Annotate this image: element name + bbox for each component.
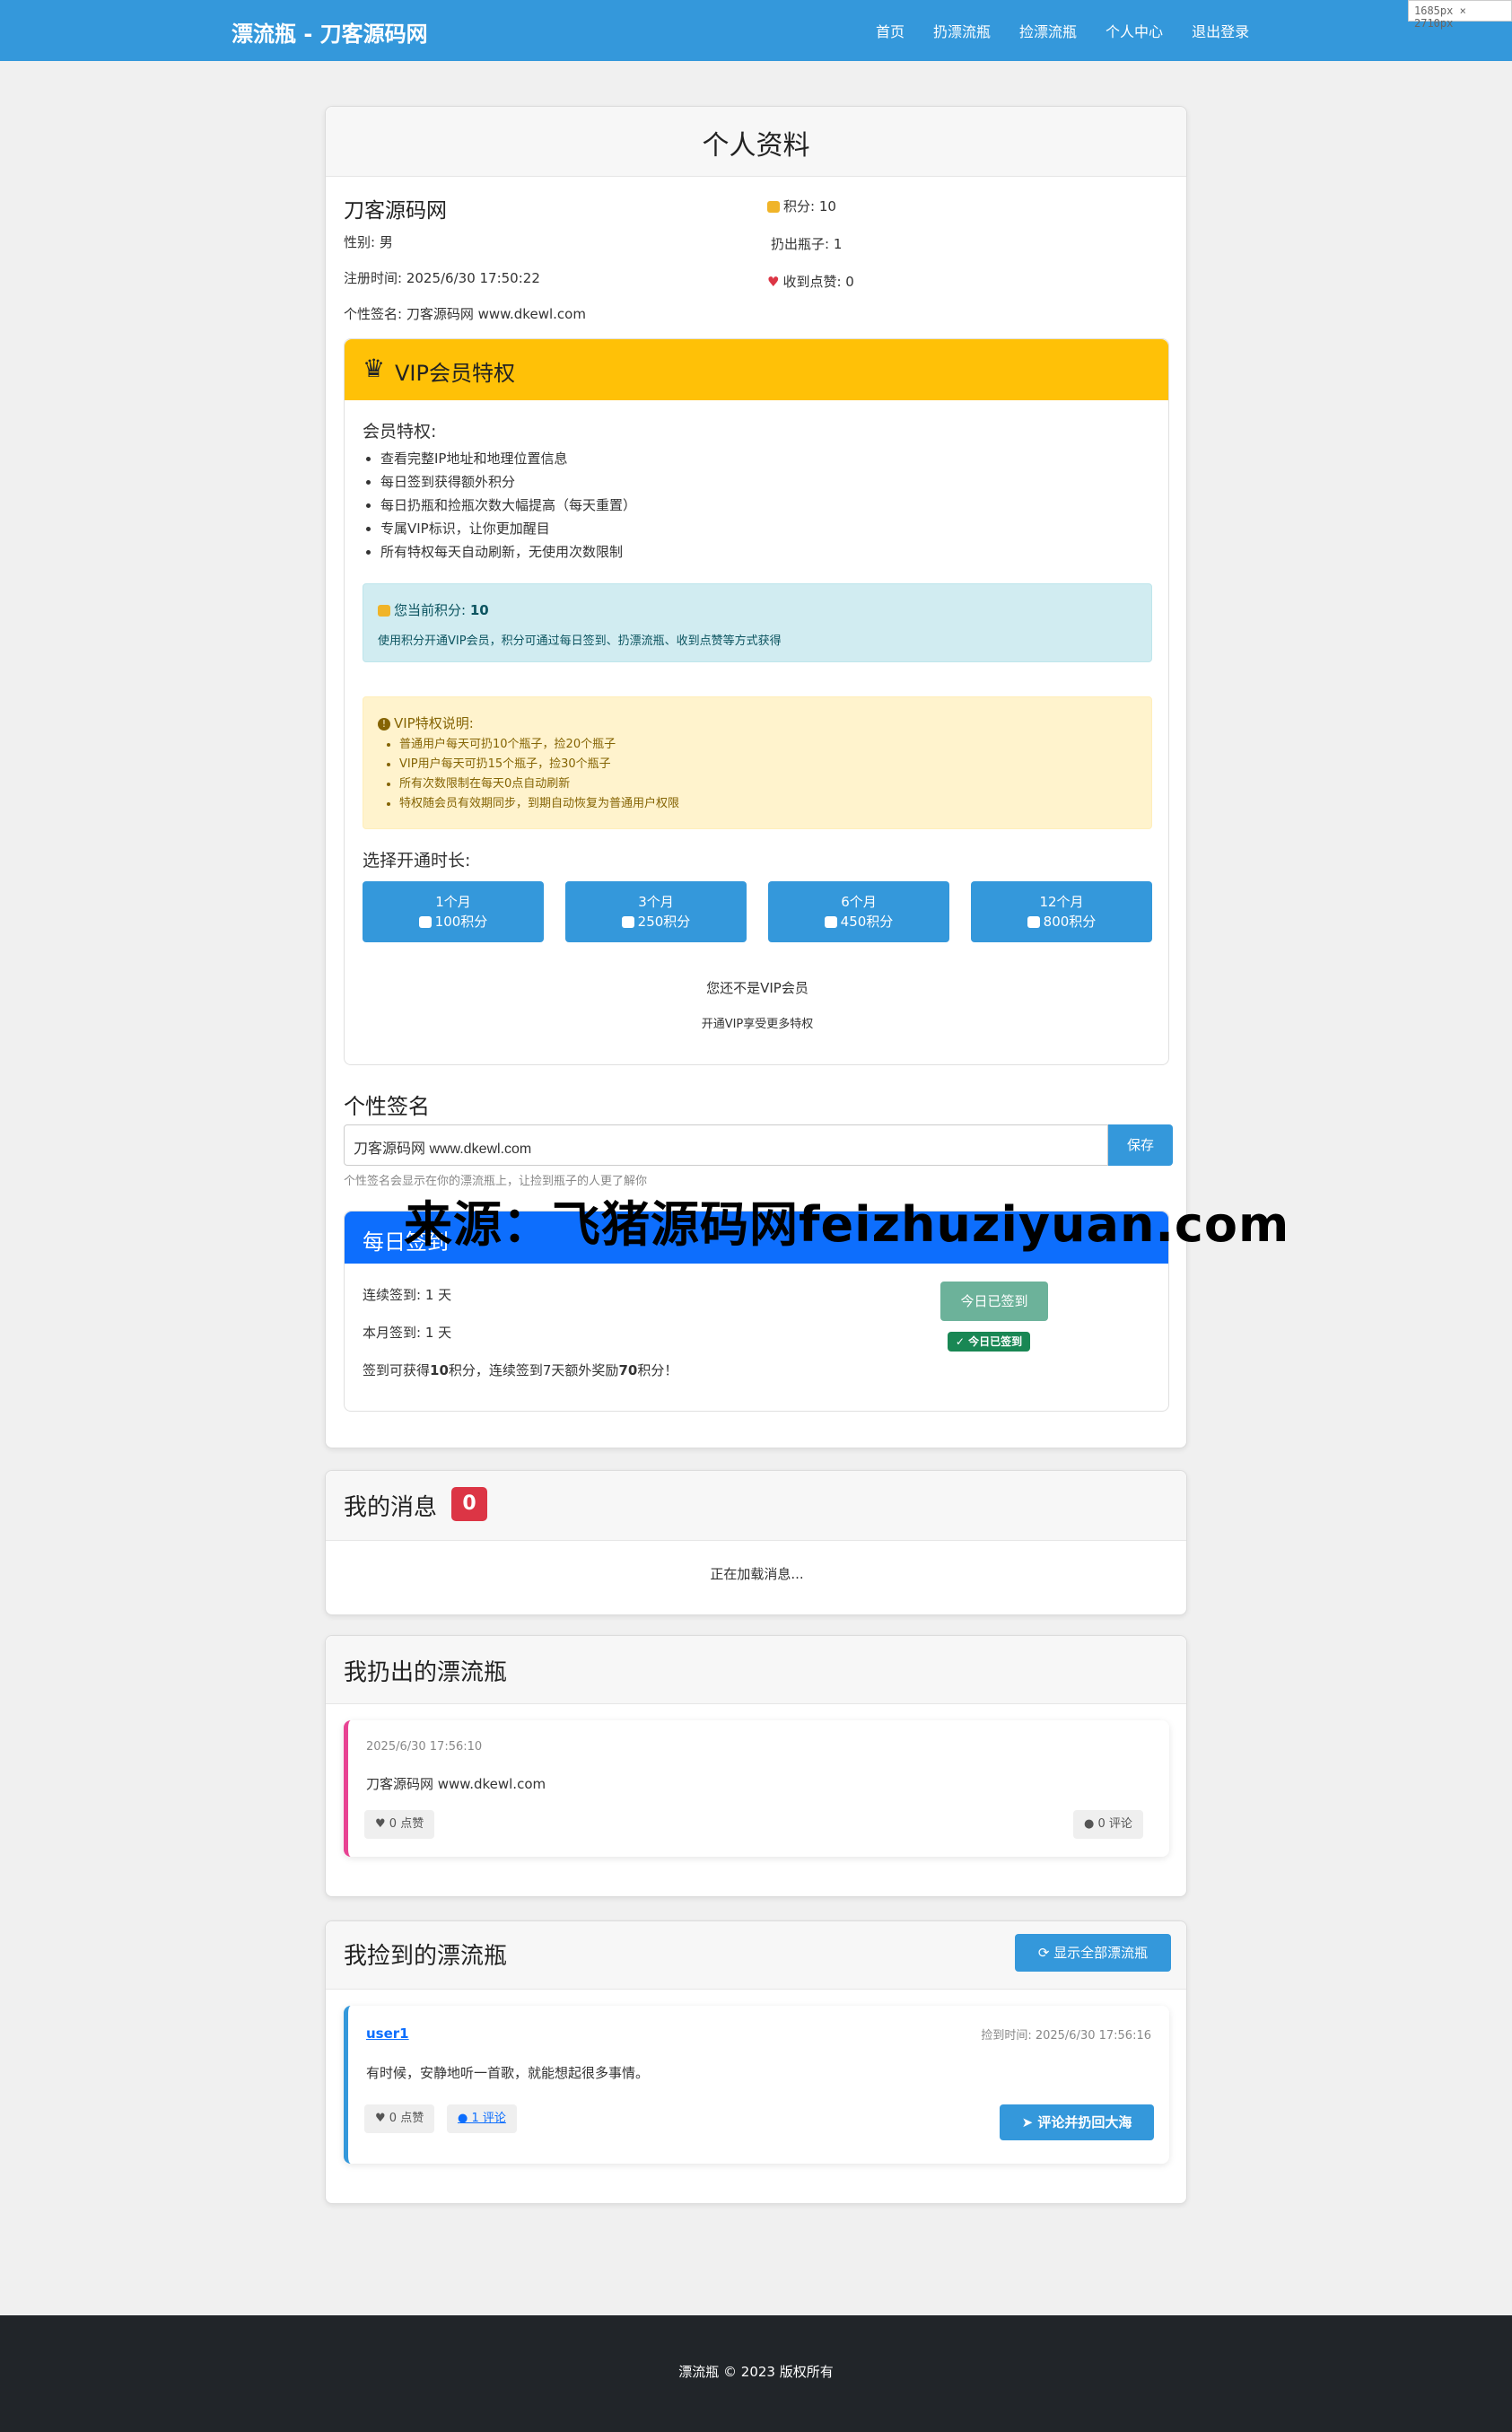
signature-heading: 个性签名: [344, 1094, 430, 1119]
note-item: 所有次数限制在每天0点自动刷新: [399, 774, 679, 794]
coins-icon: [621, 916, 634, 928]
thrown-bottles-header: 我扔出的漂流瓶: [326, 1636, 1186, 1704]
benefit-item: 专属VIP标识，让你更加醒目: [380, 517, 636, 540]
coins-icon: [418, 916, 432, 928]
gender: 性别: 男: [344, 234, 393, 250]
nav-logout[interactable]: 退出登录: [1192, 20, 1249, 41]
checkin-month: 本月签到: 1 天: [363, 1325, 452, 1341]
vip-notes-alert: !VIP特权说明: 普通用户每天可扔10个瓶子，捡20个瓶子 VIP用户每天可扔…: [363, 696, 1152, 829]
footer-text: 漂流瓶 © 2023 版权所有: [678, 2364, 834, 2380]
benefit-item: 所有特权每天自动刷新，无使用次数限制: [380, 540, 636, 564]
coins-icon: [767, 201, 780, 213]
comment-and-throw-button[interactable]: ➤ 评论并扔回大海: [1000, 2104, 1154, 2140]
benefit-item: 每日签到获得额外积分: [380, 470, 636, 494]
signature-input[interactable]: 刀客源码网 www.dkewl.com: [344, 1124, 1108, 1166]
save-button[interactable]: 保存: [1108, 1124, 1173, 1166]
size-badge: 1685px × 2710px: [1408, 0, 1512, 30]
bottle-user-link[interactable]: user1: [366, 2025, 409, 2042]
points-note: 使用积分开通VIP会员，积分可通过每日签到、扔漂流瓶、收到点赞等方式获得: [378, 634, 782, 648]
profile-title: 个人资料: [702, 130, 810, 162]
watermark-text: 来源：飞猪源码网feizhuziyuan.com: [404, 1196, 1290, 1253]
bottle-time: 2025/6/30 17:56:10: [366, 1740, 483, 1754]
comment-button[interactable]: ● 0 评论: [1073, 1810, 1143, 1839]
points-stat: 积分: 10: [767, 197, 836, 215]
messages-header: 我的消息 0: [326, 1471, 1186, 1541]
plan-1-month-button[interactable]: 1个月 100积分: [363, 881, 544, 942]
info-icon: !: [378, 717, 390, 730]
note-item: VIP用户每天可扔15个瓶子，捡30个瓶子: [399, 755, 679, 774]
signature-line: 个性签名: 刀客源码网 www.dkewl.com: [344, 306, 586, 322]
nav-home[interactable]: 首页: [876, 20, 905, 41]
thrown-bottles-card: 我扔出的漂流瓶 2025/6/30 17:56:10 刀客源码网 www.dke…: [325, 1635, 1187, 1897]
picked-time: 捡到时间: 2025/6/30 17:56:16: [981, 2029, 1151, 2043]
thrown-bottles-title: 我扔出的漂流瓶: [344, 1659, 508, 1686]
plan-12-month-button[interactable]: 12个月 800积分: [971, 881, 1152, 942]
nav-pick-bottle[interactable]: 捡漂流瓶: [1019, 20, 1077, 41]
benefits-title: 会员特权:: [363, 422, 437, 442]
like-button[interactable]: ♥ 0 点赞: [364, 2104, 435, 2133]
current-points: 您当前积分: 10: [378, 600, 489, 619]
crown-icon: ♛: [363, 354, 386, 383]
note-item: 普通用户每天可扔10个瓶子，捡20个瓶子: [399, 735, 679, 755]
vip-status-hint: 开通VIP享受更多特权: [701, 1018, 814, 1031]
refresh-icon: ⟳: [1037, 1945, 1054, 1961]
send-icon: ➤: [1021, 2114, 1038, 2130]
register-time: 注册时间: 2025/6/30 17:50:22: [344, 270, 540, 286]
comment-icon: ●: [458, 2112, 472, 2125]
vip-panel: ♛ VIP会员特权 会员特权: 查看完整IP地址和地理位置信息 每日签到获得额外…: [344, 338, 1169, 1065]
heart-icon: ♥: [767, 274, 780, 290]
messages-card: 我的消息 0 正在加载消息...: [325, 1470, 1187, 1615]
message-count-badge: 0: [451, 1487, 487, 1521]
nav-throw-bottle[interactable]: 扔漂流瓶: [933, 20, 991, 41]
show-all-bottles-button[interactable]: ⟳ 显示全部漂流瓶: [1015, 1934, 1171, 1972]
plan-6-month-button[interactable]: 6个月 450积分: [768, 881, 949, 942]
bottle-content: 有时候，安静地听一首歌，就能想起很多事情。: [366, 2065, 650, 2081]
messages-title: 我的消息: [344, 1494, 438, 1521]
thrown-stat: 扔出瓶子: 1: [771, 236, 843, 252]
checkin-reward: 签到可获得10积分，连续签到7天额外奖励70积分！: [363, 1362, 678, 1378]
checkin-badge: ✓ 今日已签到: [948, 1332, 1030, 1352]
note-item: 特权随会员有效期同步，到期自动恢复为普通用户权限: [399, 794, 679, 814]
picked-bottles-title: 我捡到的漂流瓶: [344, 1943, 508, 1970]
bottle-content: 刀客源码网 www.dkewl.com: [366, 1776, 546, 1792]
vip-notes-title: ! VIP特权说明:: [378, 713, 474, 732]
comment-icon: ●: [1084, 1817, 1098, 1831]
brand-title[interactable]: 漂流瓶 - 刀客源码网: [232, 16, 428, 48]
plan-3-month-button[interactable]: 3个月 250积分: [565, 881, 747, 942]
coins-icon: [378, 605, 390, 617]
benefits-list: 查看完整IP地址和地理位置信息 每日签到获得额外积分 每日扔瓶和捡瓶次数大幅提高…: [345, 447, 636, 564]
vip-status: 您还不是VIP会员: [706, 980, 808, 996]
vip-header: ♛ VIP会员特权: [345, 339, 1168, 400]
checkin-streak: 连续签到: 1 天: [363, 1287, 452, 1303]
nav-links: 首页 扔漂流瓶 捡漂流瓶 个人中心 退出登录: [876, 20, 1249, 41]
checkin-button[interactable]: 今日已签到: [940, 1282, 1048, 1321]
vip-title: VIP会员特权: [395, 361, 515, 386]
coins-icon: [824, 916, 837, 928]
benefit-item: 每日扔瓶和捡瓶次数大幅提高（每天重置）: [380, 494, 636, 517]
coins-icon: [1027, 916, 1040, 928]
duration-label: 选择开通时长:: [363, 851, 471, 870]
likes-stat: ♥ 收到点赞: 0: [767, 274, 854, 290]
vip-notes-list: 普通用户每天可扔10个瓶子，捡20个瓶子 VIP用户每天可扔15个瓶子，捡30个…: [363, 735, 679, 814]
picked-bottles-card: 我捡到的漂流瓶 ⟳ 显示全部漂流瓶 user1 捡到时间: 2025/6/30 …: [325, 1920, 1187, 2204]
username: 刀客源码网: [344, 199, 447, 223]
navbar: 漂流瓶 - 刀客源码网 首页 扔漂流瓶 捡漂流瓶 个人中心 退出登录: [0, 0, 1512, 61]
like-button[interactable]: ♥ 0 点赞: [364, 1810, 435, 1839]
footer: 漂流瓶 © 2023 版权所有: [0, 2315, 1512, 2432]
nav-profile[interactable]: 个人中心: [1106, 20, 1163, 41]
comment-link[interactable]: ● 1 评论: [447, 2104, 517, 2133]
profile-header: 个人资料: [326, 107, 1186, 177]
picked-bottles-header: 我捡到的漂流瓶 ⟳ 显示全部漂流瓶: [326, 1921, 1186, 1990]
heart-icon: ♥: [375, 2112, 389, 2125]
heart-icon: ♥: [375, 1817, 389, 1831]
thrown-bottle-item: 2025/6/30 17:56:10 刀客源码网 www.dkewl.com ♥…: [344, 1720, 1169, 1857]
picked-bottle-item: user1 捡到时间: 2025/6/30 17:56:16 有时候，安静地听一…: [344, 2006, 1169, 2164]
points-info-alert: 您当前积分: 10 使用积分开通VIP会员，积分可通过每日签到、扔漂流瓶、收到点…: [363, 583, 1152, 662]
messages-loading: 正在加载消息...: [710, 1566, 804, 1582]
benefit-item: 查看完整IP地址和地理位置信息: [380, 447, 636, 470]
